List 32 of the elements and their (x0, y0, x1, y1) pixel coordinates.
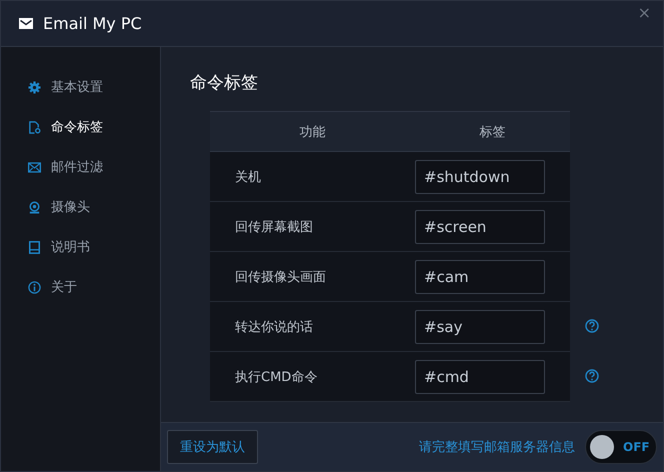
sidebar-item[interactable]: 关于 (1, 267, 160, 307)
sidebar-item[interactable]: 邮件过滤 (1, 147, 160, 187)
function-label: 转达你说的话 (234, 318, 314, 336)
tag-field[interactable]: #screen (415, 210, 545, 244)
page-title: 命令标签 (190, 72, 259, 94)
function-label: 执行CMD命令 (234, 368, 318, 386)
toggle-switch[interactable]: OFF (585, 430, 657, 464)
reset-button[interactable]: 重设为默认 (167, 430, 258, 464)
function-label: 回传屏幕截图 (234, 218, 314, 236)
sidebar-item[interactable]: 摄像头 (1, 187, 160, 227)
tag-field[interactable]: #cam (415, 260, 545, 294)
help-icon[interactable] (585, 369, 599, 383)
webcam-icon (28, 200, 40, 214)
help-icon[interactable] (585, 319, 599, 333)
function-label: 回传摄像头画面 (234, 268, 327, 286)
book-icon (28, 240, 40, 254)
tag-field[interactable]: #say (415, 310, 545, 344)
window-title: Email My PC (43, 14, 142, 33)
column-header: 功能 (300, 124, 326, 140)
sidebar-item[interactable]: 说明书 (1, 227, 160, 267)
tag-field[interactable]: #cmd (415, 360, 545, 394)
envelope-icon (28, 162, 40, 172)
info-icon (28, 280, 40, 294)
status-message: 请完整填写邮箱服务器信息 (419, 439, 575, 456)
sidebar-item[interactable]: 命令标签 (1, 107, 160, 147)
tag-field[interactable]: #shutdown (415, 160, 545, 194)
gear-icon (28, 80, 40, 94)
function-label: 关机 (234, 168, 262, 186)
sidebar-item[interactable]: 基本设置 (1, 67, 160, 107)
envelope-icon (19, 18, 33, 29)
column-header: 标签 (480, 124, 506, 140)
document-gear-icon (28, 120, 40, 134)
